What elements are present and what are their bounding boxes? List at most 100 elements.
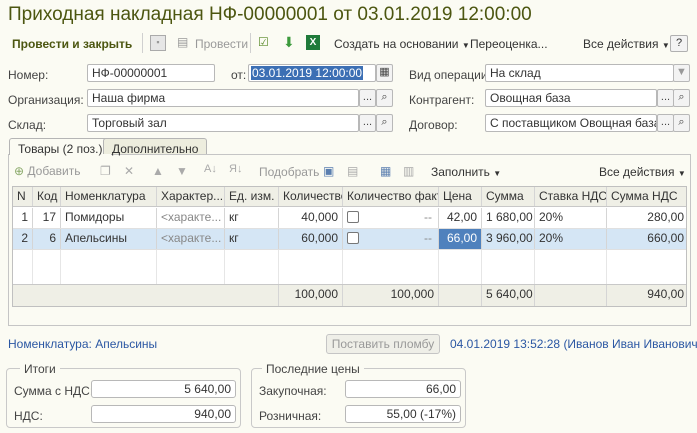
chevron-down-icon: ▼	[661, 41, 670, 50]
number-field[interactable]: НФ-00000001	[87, 64, 215, 82]
contract-select-button[interactable]: ...	[657, 114, 674, 132]
table-all-actions-button[interactable]: Все действия ▼	[599, 165, 686, 179]
fact-dash: --	[424, 210, 432, 224]
arrow-down-icon[interactable]: ▼	[176, 164, 188, 178]
save-icon[interactable]: ▪	[150, 35, 166, 51]
search-icon[interactable]: ⌕	[673, 114, 690, 132]
cell-sum[interactable]: 1 680,00	[482, 208, 535, 228]
cell-code: 6	[33, 229, 61, 249]
copy-icon[interactable]: ▣	[323, 164, 334, 178]
add-row-label: Добавить	[27, 164, 81, 178]
footer-spacer	[13, 285, 279, 306]
pick-button[interactable]: Подобрать	[259, 165, 319, 179]
post-button[interactable]: Провести	[195, 37, 248, 51]
fact-checkbox[interactable]	[347, 232, 359, 244]
col-nomenclature[interactable]: Номенклатура	[61, 187, 157, 206]
retail-price-field[interactable]: 55,00 (-17%)	[345, 405, 461, 423]
seal-stamp-text: 04.01.2019 13:52:28 (Иванов Иван Иванови…	[450, 337, 697, 351]
cell-quantity-fact[interactable]: --	[343, 208, 439, 228]
cell-quantity[interactable]: 60,000	[279, 229, 343, 249]
search-icon[interactable]: ⌕	[673, 89, 690, 107]
contractor-select-button[interactable]: ...	[657, 89, 674, 107]
cell-nomenclature[interactable]: Помидоры	[61, 208, 157, 228]
organization-label: Организация:	[8, 93, 84, 107]
cell-vat-rate[interactable]: 20%	[535, 229, 607, 249]
create-based-on-button[interactable]: Создать на основании ▼	[334, 37, 470, 51]
fact-checkbox[interactable]	[347, 211, 359, 223]
col-quantity-fact[interactable]: Количество факт	[343, 187, 439, 206]
fill-button[interactable]: Заполнить ▼	[431, 165, 501, 179]
seal-button[interactable]: Поставить пломбу	[326, 334, 440, 354]
excel-icon[interactable]: X	[306, 35, 320, 50]
toolbar-divider	[250, 33, 251, 53]
search-icon[interactable]: ⌕	[376, 89, 393, 107]
operation-select[interactable]: На склад	[485, 64, 674, 82]
cell-vat-sum[interactable]: 660,00	[607, 229, 686, 249]
cell-unit[interactable]: кг	[225, 208, 279, 228]
add-row-button[interactable]: ⊕ Добавить	[14, 164, 80, 178]
col-sum[interactable]: Сумма	[482, 187, 535, 206]
delete-icon[interactable]: ✕	[124, 164, 134, 178]
contractor-field[interactable]: Овощная база	[485, 89, 657, 107]
organization-select-button[interactable]: ...	[359, 89, 376, 107]
copy-row-icon[interactable]: ❐	[100, 164, 111, 178]
current-nomenclature-link[interactable]: Номенклатура: Апельсины	[8, 337, 157, 351]
all-actions-button[interactable]: Все действия ▼	[583, 37, 670, 51]
purchase-price-field[interactable]: 66,00	[345, 380, 461, 398]
tab-additional[interactable]: Дополнительно	[103, 138, 208, 156]
post-icon[interactable]: ▤	[177, 35, 188, 49]
post-and-close-button[interactable]: Провести и закрыть	[12, 37, 132, 51]
vat-field[interactable]: 940,00	[91, 405, 236, 423]
cell-n: 2	[13, 229, 33, 249]
sum-with-vat-field[interactable]: 5 640,00	[91, 380, 236, 398]
contract-field[interactable]: С поставщиком Овощная база (Р	[485, 114, 657, 132]
chevron-down-icon: ▼	[677, 169, 686, 178]
cell-characteristic[interactable]: <характе...	[157, 229, 225, 249]
copy-lines-icon[interactable]: ▦	[380, 164, 391, 178]
dropdown-chevron-icon[interactable]: ▼	[673, 64, 690, 82]
paste-lines-icon[interactable]: ▥	[403, 164, 414, 178]
col-characteristic[interactable]: Характер...	[157, 187, 225, 206]
arrow-up-icon[interactable]: ▲	[152, 164, 164, 178]
table-row-selected[interactable]: 2 6 Апельсины <характе... кг 60,000 -- 6…	[13, 229, 686, 250]
cell-quantity[interactable]: 40,000	[279, 208, 343, 228]
cell-nomenclature[interactable]: Апельсины	[61, 229, 157, 249]
table-header: N Код Номенклатура Характер... Ед. изм. …	[13, 187, 686, 207]
warehouse-select-button[interactable]: ...	[359, 114, 376, 132]
tab-goods[interactable]: Товары (2 поз.)	[9, 138, 112, 156]
table-row[interactable]: 1 17 Помидоры <характе... кг 40,000 -- 4…	[13, 208, 686, 229]
cell-vat-rate[interactable]: 20%	[535, 208, 607, 228]
download-icon[interactable]: ⬇	[283, 34, 295, 51]
col-code[interactable]: Код	[33, 187, 61, 206]
col-quantity[interactable]: Количество	[279, 187, 343, 206]
col-n[interactable]: N	[13, 187, 33, 206]
calendar-icon[interactable]: ▦	[376, 64, 393, 82]
cell-vat-sum[interactable]: 280,00	[607, 208, 686, 228]
sort-ascending-icon[interactable]: A↓	[204, 163, 217, 175]
paste-icon[interactable]: ▤	[347, 164, 358, 178]
goods-table[interactable]: N Код Номенклатура Характер... Ед. изм. …	[12, 186, 687, 307]
cell-characteristic[interactable]: <характе...	[157, 208, 225, 228]
fact-dash: --	[424, 231, 432, 245]
sort-descending-icon[interactable]: Я↓	[229, 163, 242, 175]
date-field[interactable]: 03.01.2019 12:00:00	[248, 64, 376, 82]
cell-unit[interactable]: кг	[225, 229, 279, 249]
col-unit[interactable]: Ед. изм.	[225, 187, 279, 206]
col-vat-rate[interactable]: Ставка НДС	[535, 187, 607, 206]
footer-vat-rate-empty	[535, 285, 607, 306]
col-price[interactable]: Цена	[439, 187, 482, 206]
total-sum: 5 640,00	[482, 285, 535, 306]
warehouse-field[interactable]: Торговый зал	[87, 114, 359, 132]
cell-quantity-fact[interactable]: --	[343, 229, 439, 249]
organization-field[interactable]: Наша фирма	[87, 89, 359, 107]
total-quantity-fact: 100,000	[343, 285, 439, 306]
search-icon[interactable]: ⌕	[376, 114, 393, 132]
reestimate-button[interactable]: Переоценка...	[470, 37, 548, 51]
checklist-icon[interactable]: ☑	[258, 35, 269, 49]
help-button[interactable]: ?	[670, 35, 688, 52]
cell-price[interactable]: 42,00	[439, 208, 482, 228]
cell-sum[interactable]: 3 960,00	[482, 229, 535, 249]
cell-n: 1	[13, 208, 33, 228]
col-vat-sum[interactable]: Сумма НДС	[607, 187, 686, 206]
cell-price-active[interactable]: 66,00	[439, 229, 482, 249]
